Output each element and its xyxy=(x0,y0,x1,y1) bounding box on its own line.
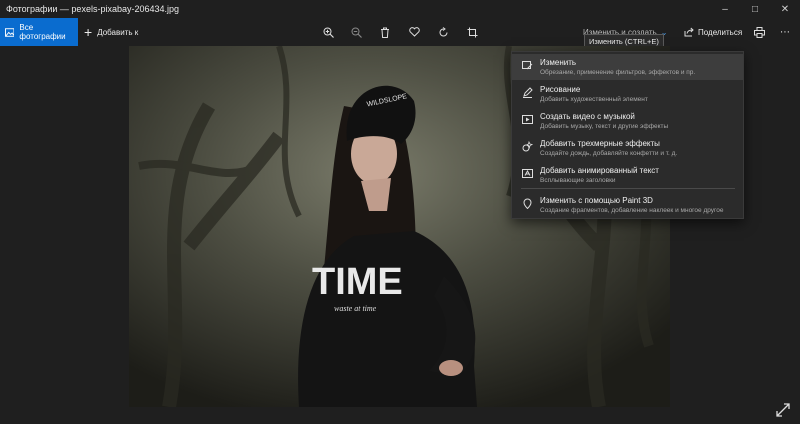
rotate-icon[interactable] xyxy=(435,24,451,40)
shirt-text: TIME xyxy=(312,261,403,303)
menu-item-subtitle: Добавить музыку, текст и другие эффекты xyxy=(540,123,669,130)
menu-item-edit[interactable]: Изменить Обрезание, применение фильтров,… xyxy=(512,54,743,80)
menu-item-animated-text[interactable]: Добавить анимированный текст Всплывающие… xyxy=(512,162,743,188)
title-bar: Фотографии — pexels-pixabay-206434.jpg –… xyxy=(0,0,800,18)
add-to-button[interactable]: + Добавить к xyxy=(84,18,138,46)
pen-icon xyxy=(521,86,533,98)
menu-item-subtitle: Всплывающие заголовки xyxy=(540,177,616,184)
3d-effects-icon xyxy=(521,140,533,152)
favorite-icon[interactable] xyxy=(406,24,422,40)
edit-create-menu: Изменить Обрезание, применение фильтров,… xyxy=(511,51,744,219)
share-icon xyxy=(684,27,694,37)
delete-icon[interactable] xyxy=(377,24,393,40)
menu-item-subtitle: Создание фрагментов, добавление наклеек … xyxy=(540,207,724,214)
share-button[interactable]: Поделиться xyxy=(684,18,742,46)
window-title: Фотографии — pexels-pixabay-206434.jpg xyxy=(6,4,180,14)
crop-icon[interactable] xyxy=(464,24,480,40)
all-photos-button[interactable]: Все фотографии xyxy=(0,18,78,46)
menu-item-3d-effects[interactable]: Добавить трехмерные эффекты Создайте дож… xyxy=(512,135,743,161)
menu-item-title: Добавить анимированный текст xyxy=(540,166,659,175)
shirt-subtext: waste at time xyxy=(334,304,377,313)
menu-item-title: Изменить xyxy=(540,58,577,67)
print-icon[interactable] xyxy=(751,24,767,40)
menu-item-draw[interactable]: Рисование Добавить художественный элемен… xyxy=(512,81,743,107)
maximize-icon[interactable]: □ xyxy=(740,0,770,18)
plus-icon: + xyxy=(84,24,93,40)
menu-item-video[interactable]: Создать видео с музыкой Добавить музыку,… xyxy=(512,108,743,134)
close-icon[interactable]: ✕ xyxy=(770,0,800,18)
minimize-icon[interactable]: – xyxy=(710,0,740,18)
menu-item-title: Добавить трехмерные эффекты xyxy=(540,139,660,148)
menu-item-subtitle: Создайте дождь, добавляйте конфетти и т.… xyxy=(540,150,678,157)
menu-item-paint3d[interactable]: Изменить с помощью Paint 3D Создание фра… xyxy=(512,192,743,218)
edit-image-icon xyxy=(521,59,533,71)
toolbar: Все фотографии + Добавить к Изменить и с… xyxy=(0,18,800,46)
menu-item-title: Рисование xyxy=(540,85,581,94)
zoom-out-icon[interactable] xyxy=(348,24,364,40)
menu-item-subtitle: Добавить художественный элемент xyxy=(540,96,648,103)
photos-icon xyxy=(5,27,15,37)
video-icon xyxy=(521,113,533,125)
menu-item-title: Создать видео с музыкой xyxy=(540,112,635,121)
more-icon[interactable]: ⋯ xyxy=(777,24,793,40)
menu-divider xyxy=(521,188,735,189)
fullscreen-icon[interactable] xyxy=(776,403,790,417)
menu-item-subtitle: Обрезание, применение фильтров, эффектов… xyxy=(540,69,696,76)
paint3d-icon xyxy=(521,197,533,209)
menu-item-title: Изменить с помощью Paint 3D xyxy=(540,196,653,205)
share-label: Поделиться xyxy=(698,27,743,37)
add-to-label: Добавить к xyxy=(97,27,139,37)
all-photos-label: Все фотографии xyxy=(19,23,66,41)
animated-text-icon xyxy=(521,167,533,179)
zoom-in-icon[interactable] xyxy=(320,24,336,40)
